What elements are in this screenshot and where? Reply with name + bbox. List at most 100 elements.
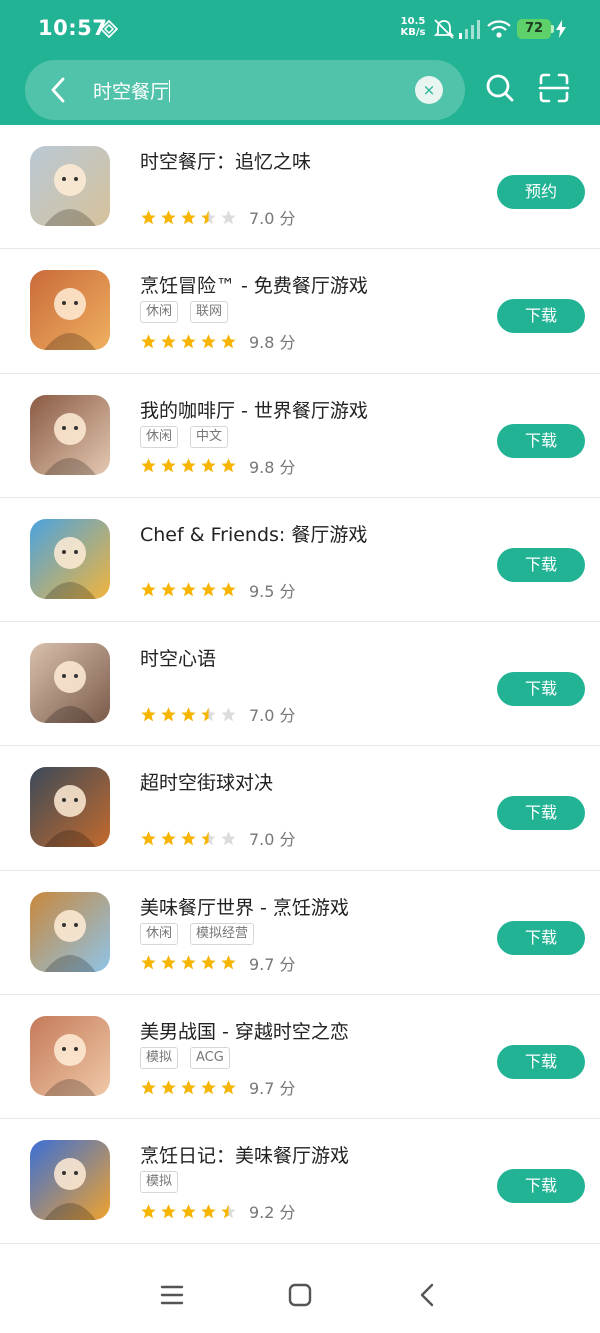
star-half-icon	[201, 831, 216, 846]
app-rating: 7.0 分	[140, 826, 296, 850]
star-rating	[140, 1203, 237, 1220]
app-tag: 休闲	[140, 922, 179, 945]
app-tag: ACG	[190, 1047, 230, 1070]
star-half-icon	[221, 1204, 236, 1219]
app-list-item[interactable]: 时空餐厅：追忆之味 7.0 分 预约	[0, 125, 600, 250]
anime-butler-icon[interactable]	[30, 146, 110, 226]
coffee-cup-icon[interactable]	[30, 394, 110, 475]
back-icon[interactable]	[416, 1283, 440, 1307]
star-full-icon	[161, 582, 176, 597]
status-time: 10:57	[38, 16, 108, 40]
star-full-icon	[181, 955, 196, 970]
download-button[interactable]: 下载	[497, 796, 585, 831]
star-rating	[140, 1079, 237, 1096]
search-input[interactable]: 时空餐厅	[93, 77, 171, 104]
star-full-icon	[141, 1204, 156, 1219]
app-list-item[interactable]: 超时空街球对决 7.0 分 下载	[0, 746, 600, 871]
app-title[interactable]: 超时空街球对决	[140, 768, 273, 795]
app-rating: 9.8 分	[140, 454, 296, 478]
star-full-icon	[181, 1204, 196, 1219]
star-empty-icon	[221, 209, 236, 224]
star-full-icon	[141, 582, 156, 597]
romance-couple-icon[interactable]	[30, 1016, 110, 1097]
search-icon[interactable]	[484, 72, 516, 104]
star-full-icon	[141, 458, 156, 473]
app-title[interactable]: Chef & Friends: 餐厅游戏	[140, 520, 367, 547]
home-icon[interactable]	[288, 1283, 312, 1307]
menu-icon[interactable]	[160, 1283, 184, 1307]
app-list-item[interactable]: 时空心语 7.0 分 下载	[0, 622, 600, 747]
app-title[interactable]: 美味餐厅世界 - 烹饪游戏	[140, 893, 349, 920]
app-tags: 休闲 中文	[140, 425, 229, 448]
search-query-text: 时空餐厅	[93, 81, 170, 103]
app-rating: 7.0 分	[140, 205, 296, 229]
basketball-player-icon[interactable]	[30, 767, 110, 848]
app-tag: 中文	[190, 425, 229, 448]
app-rating: 7.0 分	[140, 702, 296, 726]
app-list-item[interactable]: 烹饪日记：美味餐厅游戏 模拟 9.2 分 下载	[0, 1119, 600, 1244]
app-rating: 9.8 分	[140, 329, 296, 353]
star-full-icon	[201, 1204, 216, 1219]
star-half-icon	[201, 209, 216, 224]
star-rating	[140, 830, 237, 847]
star-full-icon	[141, 707, 156, 721]
network-speed-unit: KB/s	[400, 27, 426, 38]
app-tag: 模拟	[140, 1047, 179, 1070]
clear-search-button[interactable]: ×	[415, 76, 443, 104]
search-bar[interactable]: 时空餐厅 ×	[25, 60, 465, 120]
star-full-icon	[141, 1079, 156, 1094]
download-button[interactable]: 下载	[497, 920, 585, 955]
system-navigation-bar	[0, 1245, 600, 1333]
app-title[interactable]: 烹饪冒险™ - 免费餐厅游戏	[140, 271, 368, 298]
star-full-icon	[221, 1079, 236, 1094]
app-list-item[interactable]: 美男战国 - 穿越时空之恋模拟 ACG 9.7 分 下载	[0, 995, 600, 1120]
star-full-icon	[141, 334, 156, 349]
download-button[interactable]: 下载	[497, 672, 585, 707]
battery-indicator: 72	[517, 19, 551, 39]
charging-icon	[556, 20, 566, 38]
download-button[interactable]: 下载	[497, 1045, 585, 1080]
app-tag: 联网	[190, 301, 229, 324]
star-full-icon	[161, 707, 176, 721]
chef-burger-icon[interactable]	[30, 1140, 110, 1221]
app-title[interactable]: 时空心语	[140, 644, 216, 671]
app-tags: 休闲 联网	[140, 301, 229, 324]
app-list-item[interactable]: 我的咖啡厅 - 世界餐厅游戏 休闲 中文 9.8 分 下载	[0, 374, 600, 498]
star-full-icon	[201, 955, 216, 970]
app-list-item[interactable]: Chef & Friends: 餐厅游戏 9.5 分 下载	[0, 498, 600, 623]
star-full-icon	[181, 458, 196, 473]
app-title[interactable]: 我的咖啡厅 - 世界餐厅游戏	[140, 396, 368, 423]
download-button[interactable]: 下载	[497, 547, 585, 582]
back-arrow-icon[interactable]	[43, 74, 75, 106]
rating-score: 9.5 分	[249, 581, 296, 601]
search-results-list: 时空餐厅：追忆之味 7.0 分预约 烹饪冒险™ - 免费餐厅游戏 休闲 联网 9.8 分下…	[0, 125, 600, 1244]
rating-score: 7.0 分	[249, 706, 296, 726]
rating-score: 9.7 分	[249, 1079, 296, 1099]
star-full-icon	[141, 955, 156, 970]
star-rating	[140, 209, 237, 226]
scan-icon[interactable]	[538, 72, 570, 104]
star-full-icon	[161, 209, 176, 224]
network-speed: 10.5 KB/s	[400, 16, 426, 38]
download-button[interactable]: 下载	[497, 1169, 585, 1204]
download-button[interactable]: 下载	[497, 299, 585, 334]
rating-score: 9.2 分	[249, 1203, 296, 1223]
network-speed-value: 10.5	[400, 16, 426, 27]
reserve-button[interactable]: 预约	[497, 175, 585, 209]
star-full-icon	[161, 334, 176, 349]
star-full-icon	[161, 458, 176, 473]
star-rating	[140, 706, 237, 723]
chef-girl-icon[interactable]	[30, 891, 110, 972]
app-tag: 休闲	[140, 425, 179, 448]
star-full-icon	[161, 1079, 176, 1094]
app-title[interactable]: 烹饪日记：美味餐厅游戏	[140, 1141, 349, 1168]
app-title[interactable]: 美男战国 - 穿越时空之恋	[140, 1017, 349, 1044]
app-title[interactable]: 时空餐厅：追忆之味	[140, 147, 311, 174]
anime-man-icon[interactable]	[30, 643, 110, 724]
download-button[interactable]: 下载	[497, 423, 585, 458]
rating-score: 9.8 分	[249, 333, 296, 353]
chef-friends-burger-icon[interactable]	[30, 518, 110, 599]
app-list-item[interactable]: 烹饪冒险™ - 免费餐厅游戏休闲 联网 9.8 分 下载	[0, 249, 600, 374]
app-list-item[interactable]: 美味餐厅世界 - 烹饪游戏 休闲 模拟经营 9.7 分 下载	[0, 871, 600, 996]
steak-plate-icon[interactable]	[30, 270, 110, 351]
